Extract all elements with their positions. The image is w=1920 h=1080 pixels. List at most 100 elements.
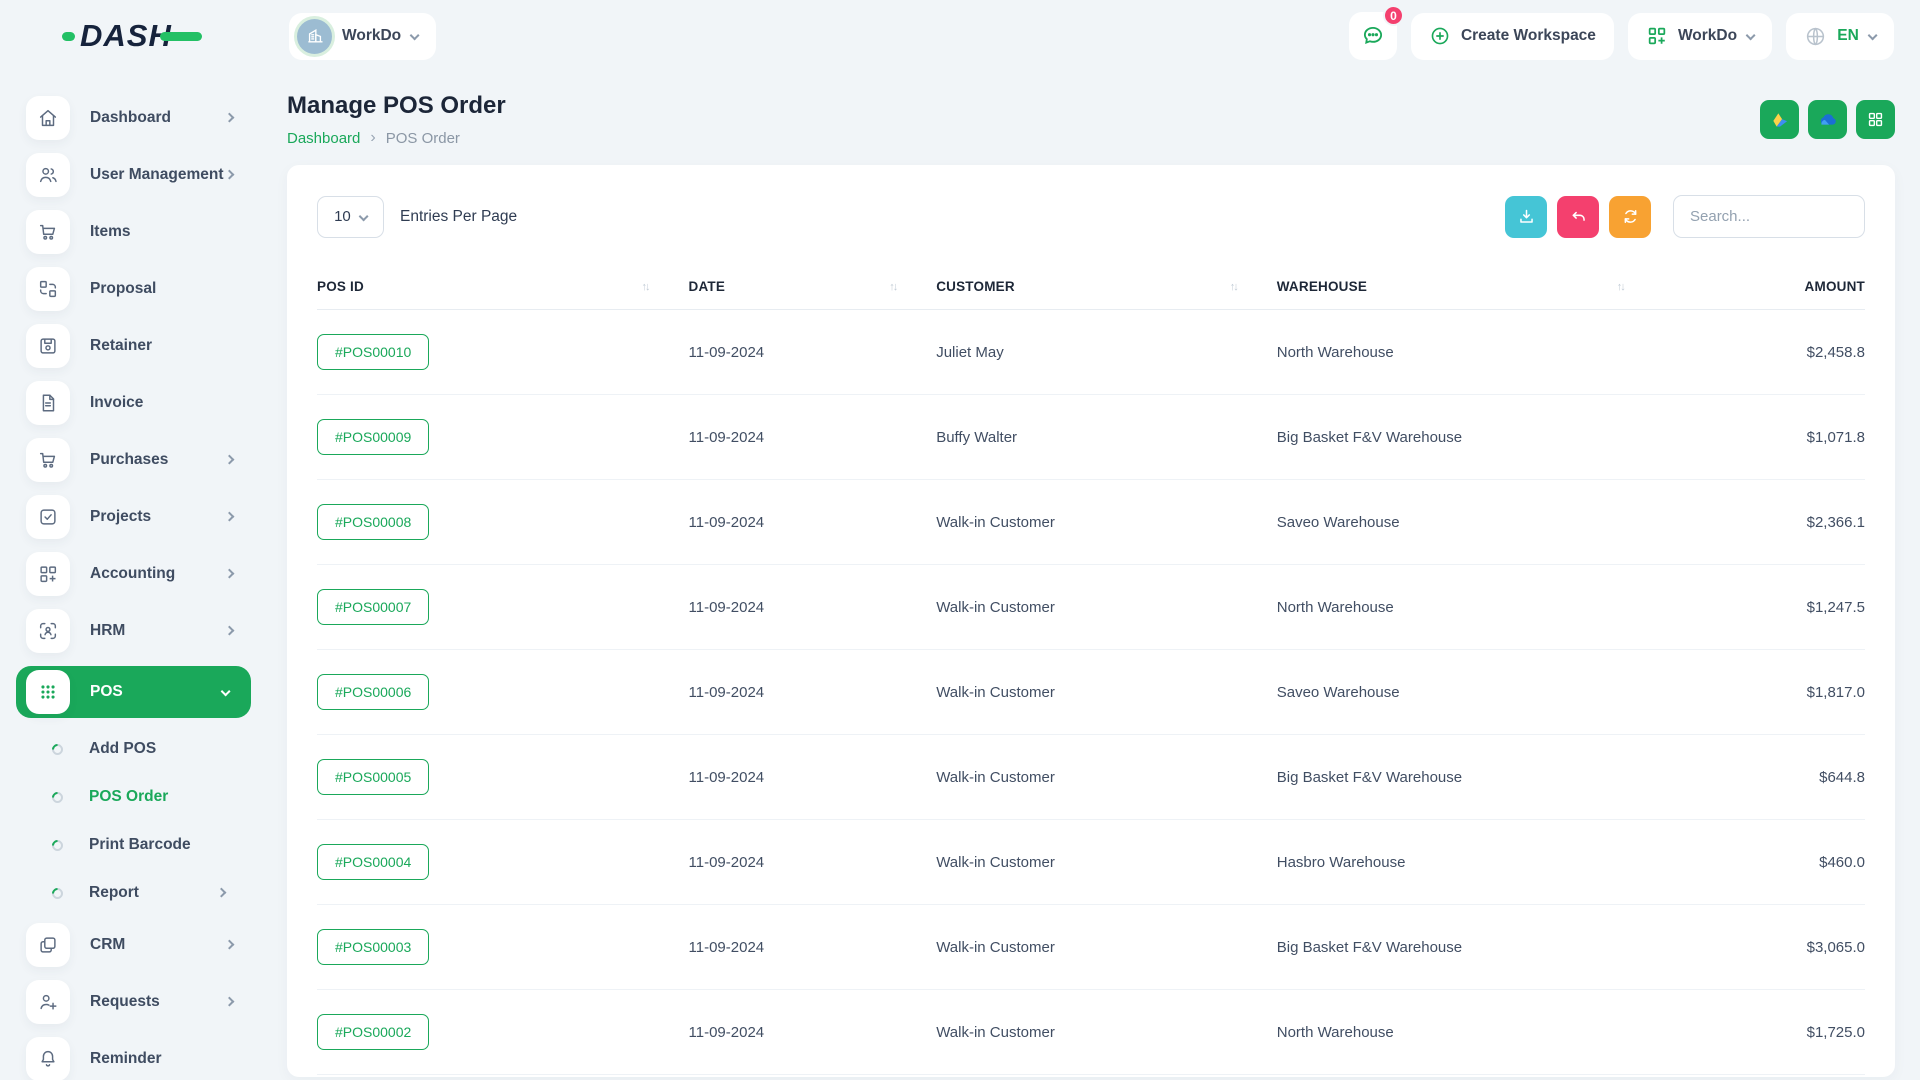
cell-customer: Walk-in Customer [936,480,1277,565]
cell-amount: $644.8 [1664,735,1865,820]
pos-id-badge[interactable]: #POS00002 [317,1014,429,1050]
table-row: #POS00002 11-09-2024 Walk-in Customer No… [317,990,1865,1075]
sidebar-item-proposal[interactable]: Proposal [26,267,255,311]
table-row: #POS00007 11-09-2024 Walk-in Customer No… [317,565,1865,650]
onedrive-button[interactable] [1808,100,1847,139]
cell-date: 11-09-2024 [689,395,937,480]
topbar: DASH WorkDo 0 Create Workspace [0,0,1920,72]
column-header-pos-id[interactable]: POS ID↑↓ [317,264,689,310]
copy-icon [26,923,70,967]
cell-warehouse: Hasbro Warehouse [1277,820,1664,905]
sidebar-item-accounting[interactable]: Accounting [26,552,255,596]
column-header-amount[interactable]: AMOUNT [1664,264,1865,310]
pos-id-badge[interactable]: #POS00007 [317,589,429,625]
pos-id-badge[interactable]: #POS00006 [317,674,429,710]
chevron-right-icon [224,170,234,180]
submenu-item-add-pos[interactable]: Add POS [30,731,255,767]
app-logo[interactable]: DASH [0,18,265,54]
cell-customer: Juliet May [936,310,1277,395]
language-selector[interactable]: EN [1786,13,1894,60]
main-content: Manage POS Order Dashboard › POS Order [265,72,1920,1080]
company-menu-button[interactable]: WorkDo [1628,13,1772,60]
page-title: Manage POS Order [287,92,506,120]
pos-id-badge[interactable]: #POS00009 [317,419,429,455]
home-icon [26,96,70,140]
submenu-item-print-barcode[interactable]: Print Barcode [30,827,255,863]
pos-id-badge[interactable]: #POS00005 [317,759,429,795]
workspace-switcher[interactable]: WorkDo [289,13,436,60]
onedrive-icon [1817,109,1839,131]
sort-icon: ↑↓ [1617,281,1624,293]
pos-id-badge[interactable]: #POS00010 [317,334,429,370]
sidebar-item-purchases[interactable]: Purchases [26,438,255,482]
chevron-right-icon [224,512,234,522]
breadcrumb: Dashboard › POS Order [287,129,506,147]
pos-order-card: 10 Entries Per Page [287,165,1895,1077]
pos-id-badge[interactable]: #POS00004 [317,844,429,880]
cell-warehouse: Big Basket F&V Warehouse [1277,1075,1664,1080]
chevron-right-icon [224,940,234,950]
sidebar-item-user-management[interactable]: User Management [26,153,255,197]
chevron-down-icon [358,211,368,221]
sidebar: Dashboard User Management Items [0,72,265,1080]
cell-date: 11-09-2024 [689,480,937,565]
dots-grid-icon [26,670,70,714]
pos-id-badge[interactable]: #POS00003 [317,929,429,965]
cell-date: 11-09-2024 [689,905,937,990]
cell-date: 11-09-2024 [689,990,937,1075]
table-row: #POS00006 11-09-2024 Walk-in Customer Sa… [317,650,1865,735]
sidebar-item-dashboard[interactable]: Dashboard [26,96,255,140]
cell-customer: Walk-in Customer [936,1075,1277,1080]
bullet-icon [50,789,66,805]
refresh-button[interactable] [1609,196,1651,238]
search-input[interactable] [1673,195,1865,238]
chevron-right-icon [224,626,234,636]
column-header-customer[interactable]: CUSTOMER↑↓ [936,264,1277,310]
submenu-item-report[interactable]: Report [30,875,255,911]
sidebar-item-items[interactable]: Items [26,210,255,254]
sidebar-item-requests[interactable]: Requests [26,980,255,1024]
sidebar-item-crm[interactable]: CRM [26,923,255,967]
logo-text: DASH [80,18,172,54]
column-header-warehouse[interactable]: WAREHOUSE↑↓ [1277,264,1664,310]
export-button[interactable] [1505,196,1547,238]
chat-bubble-icon [1360,23,1386,49]
table-row: #POS00005 11-09-2024 Walk-in Customer Bi… [317,735,1865,820]
sidebar-item-pos[interactable]: POS [16,666,251,718]
breadcrumb-dashboard-link[interactable]: Dashboard [287,130,360,147]
cell-amount: $3,065.0 [1664,905,1865,990]
undo-button[interactable] [1557,196,1599,238]
entries-per-page-value: 10 [334,208,351,225]
messages-button[interactable]: 0 [1349,12,1397,60]
users-icon [26,153,70,197]
cell-amount: $1,725.0 [1664,990,1865,1075]
chevron-right-icon [216,888,226,898]
cell-customer: Walk-in Customer [936,565,1277,650]
create-workspace-label: Create Workspace [1461,27,1596,45]
pos-id-badge[interactable]: #POS00008 [317,504,429,540]
grid-view-button[interactable] [1856,100,1895,139]
cell-warehouse: North Warehouse [1277,310,1664,395]
sidebar-item-hrm[interactable]: HRM [26,609,255,653]
cell-date: 11-09-2024 [689,650,937,735]
chevron-down-icon [1867,31,1877,41]
sort-icon: ↑↓ [889,281,896,293]
submenu-item-pos-order[interactable]: POS Order [30,779,255,815]
table-row: #POS00004 11-09-2024 Walk-in Customer Ha… [317,820,1865,905]
sidebar-item-retainer[interactable]: Retainer [26,324,255,368]
cell-date: 11-09-2024 [689,820,937,905]
cell-customer: Buffy Walter [936,395,1277,480]
sidebar-item-invoice[interactable]: Invoice [26,381,255,425]
chevron-down-icon [220,687,230,697]
sidebar-item-projects[interactable]: Projects [26,495,255,539]
person-scan-icon [26,609,70,653]
cart-icon [26,438,70,482]
sidebar-item-reminder[interactable]: Reminder [26,1037,255,1080]
google-drive-button[interactable] [1760,100,1799,139]
grid-icon [1866,110,1885,129]
create-workspace-button[interactable]: Create Workspace [1411,13,1614,60]
cell-customer: Walk-in Customer [936,735,1277,820]
column-header-date[interactable]: DATE↑↓ [689,264,937,310]
entries-per-page-select[interactable]: 10 [317,196,384,238]
swap-squares-icon [26,267,70,311]
